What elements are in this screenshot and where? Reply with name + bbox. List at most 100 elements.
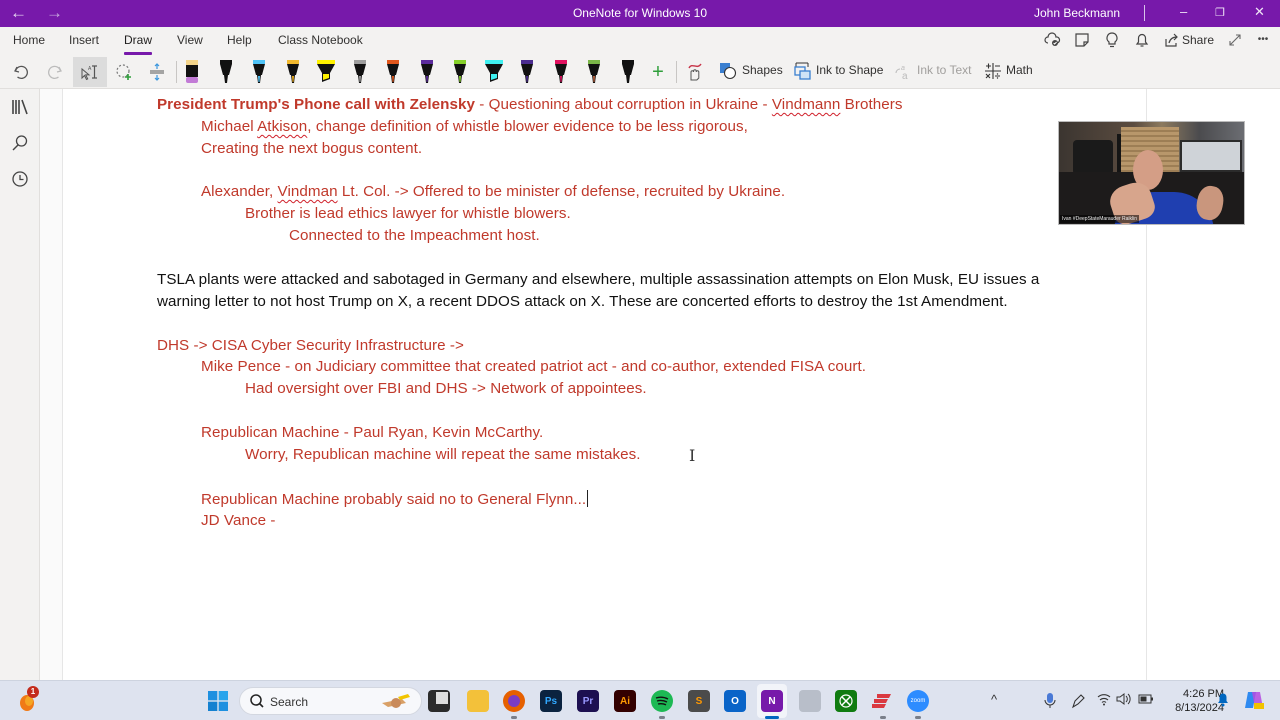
note-line-9[interactable]: DHS -> CISA Cyber Security Infrastructur… — [157, 337, 464, 354]
notification-bell-icon[interactable] — [1216, 691, 1230, 710]
note-line-11[interactable]: Had oversight over FBI and DHS -> Networ… — [245, 380, 647, 397]
pen-eraser[interactable] — [182, 59, 202, 85]
app-icon[interactable] — [799, 690, 821, 712]
pen-pen-orange[interactable] — [383, 59, 403, 85]
system-clock[interactable]: 4:26 PM 8/13/2024 — [1160, 687, 1224, 715]
note-line-10[interactable]: Mike Pence - on Judiciary committee that… — [201, 358, 866, 375]
premiere-icon[interactable]: Pr — [577, 690, 599, 712]
microphone-icon[interactable] — [1044, 692, 1056, 713]
running-indicator — [915, 716, 921, 719]
pen-pen-gold[interactable] — [283, 59, 303, 85]
volume-icon[interactable] — [1116, 692, 1132, 709]
search-highlight-icon — [380, 691, 416, 713]
ribbon-right-commands: Share ••• — [0, 31, 1280, 51]
search-icon[interactable] — [10, 133, 30, 153]
note-line-13[interactable]: Worry, Republican machine will repeat th… — [245, 446, 641, 463]
recent-clock-icon[interactable] — [10, 169, 30, 189]
share-button[interactable]: Share — [1182, 33, 1214, 47]
search-icon — [249, 693, 265, 709]
wifi-icon[interactable] — [1097, 692, 1111, 709]
ink-to-text-button: Ink to Text — [917, 63, 972, 77]
spelling-error[interactable]: Vindmann — [772, 96, 841, 113]
note-line-7[interactable]: TSLA plants were attacked and sabotaged … — [157, 271, 1039, 288]
note-line-2[interactable]: Michael Atkison, change definition of wh… — [201, 118, 748, 135]
touch-draw-icon[interactable] — [683, 57, 705, 87]
copilot-icon[interactable] — [1243, 689, 1265, 714]
lightbulb-icon[interactable] — [1103, 31, 1121, 49]
shapes-button[interactable]: Shapes — [742, 63, 783, 77]
pen-highlighter-yellow[interactable] — [316, 59, 336, 85]
pen-pen-light-blue[interactable] — [249, 59, 269, 85]
cloud-sync-icon[interactable] — [1044, 31, 1062, 49]
note-text: Lt. Col. -> Offered to be minister of de… — [337, 183, 786, 200]
pen-pen-black[interactable] — [216, 59, 236, 85]
note-line-6[interactable]: Connected to the Impeachment host. — [289, 227, 540, 244]
notebooks-icon[interactable] — [10, 97, 30, 117]
ink-to-text-icon: aa — [893, 61, 913, 82]
pen-pen-magenta[interactable] — [551, 59, 571, 85]
onenote-icon[interactable]: N — [761, 690, 783, 712]
title-bar: ← → OneNote for Windows 10 John Beckmann… — [0, 0, 1280, 27]
note-line-5[interactable]: Brother is lead ethics lawyer for whistl… — [245, 205, 571, 222]
close-button[interactable]: ✕ — [1254, 4, 1265, 20]
undo-icon[interactable] — [10, 57, 32, 87]
note-line-4[interactable]: Alexander, Vindman Lt. Col. -> Offered t… — [201, 183, 785, 200]
note-line-8[interactable]: warning letter to not host Trump on X, a… — [157, 293, 1008, 310]
pen-pen-galaxy-silver[interactable] — [350, 59, 370, 85]
taskbar-search[interactable]: Search — [239, 687, 422, 715]
sublime-text-icon[interactable]: S — [688, 690, 710, 712]
pen-pen-purple[interactable] — [417, 59, 437, 85]
xbox-icon[interactable] — [835, 690, 857, 712]
outlook-icon[interactable]: O — [724, 690, 746, 712]
user-name[interactable]: John Beckmann — [1034, 6, 1120, 20]
note-line-14[interactable]: Republican Machine probably said no to G… — [201, 490, 589, 508]
pen-pen-rainbow[interactable] — [584, 59, 604, 85]
windows-start-icon[interactable] — [207, 690, 229, 712]
notification-badge: 1 — [27, 686, 39, 698]
note-line-1[interactable]: President Trump's Phone call with Zelens… — [157, 96, 902, 113]
sticky-note-icon[interactable] — [1073, 31, 1091, 49]
expand-icon[interactable] — [1226, 31, 1244, 49]
type-select-icon[interactable]: A — [73, 57, 107, 87]
spelling-error[interactable]: Vindman — [278, 183, 338, 200]
minimize-button[interactable]: – — [1180, 4, 1187, 19]
folder-icon[interactable] — [467, 690, 489, 712]
photoshop-icon[interactable]: Ps — [540, 690, 562, 712]
note-text: Michael — [201, 118, 258, 135]
share-icon[interactable] — [1163, 31, 1181, 49]
illustrator-icon[interactable]: Ai — [614, 690, 636, 712]
video-call-overlay[interactable]: Ivan #DeepStateMarauder Raiklin — [1058, 121, 1245, 225]
pen-menu-icon[interactable] — [1070, 692, 1086, 713]
pen-pen-black-2[interactable] — [618, 59, 638, 85]
expressvpn-icon[interactable] — [871, 690, 893, 712]
more-options-icon[interactable]: ••• — [1254, 31, 1272, 49]
math-icon[interactable] — [983, 61, 1003, 81]
spelling-error[interactable]: Atkison — [257, 118, 307, 135]
ink-to-shape-icon[interactable] — [793, 61, 813, 81]
note-heading: President Trump's Phone call with Zelens… — [157, 96, 475, 113]
task-view-icon[interactable] — [428, 690, 450, 712]
note-line-3[interactable]: Creating the next bogus content. — [201, 140, 422, 157]
note-text: - Questioning about corruption in Ukrain… — [475, 96, 772, 113]
ink-to-shape-button[interactable]: Ink to Shape — [816, 63, 883, 77]
zoom-icon[interactable]: zoom — [907, 690, 929, 712]
restore-button[interactable]: ❐ — [1215, 6, 1225, 19]
spotify-icon[interactable] — [651, 690, 673, 712]
pen-pen-indigo[interactable] — [517, 59, 537, 85]
plus-icon[interactable]: + — [648, 57, 668, 87]
show-hidden-icons-chevron[interactable]: ^ — [991, 692, 997, 707]
insert-space-icon[interactable] — [146, 57, 168, 87]
note-line-12[interactable]: Republican Machine - Paul Ryan, Kevin Mc… — [201, 424, 543, 441]
shapes-icon[interactable] — [718, 61, 738, 81]
battery-icon[interactable] — [1138, 692, 1154, 709]
note-text: Brothers — [840, 96, 903, 113]
bell-icon[interactable] — [1133, 31, 1151, 49]
lasso-select-icon[interactable] — [112, 57, 136, 87]
pen-highlighter-cyan[interactable] — [484, 59, 504, 85]
note-line-15[interactable]: JD Vance - — [201, 512, 276, 529]
toolbar-separator — [676, 61, 677, 83]
redo-icon[interactable] — [44, 57, 66, 87]
pen-pen-lime[interactable] — [450, 59, 470, 85]
math-button[interactable]: Math — [1006, 63, 1033, 77]
firefox-icon[interactable] — [503, 690, 525, 712]
